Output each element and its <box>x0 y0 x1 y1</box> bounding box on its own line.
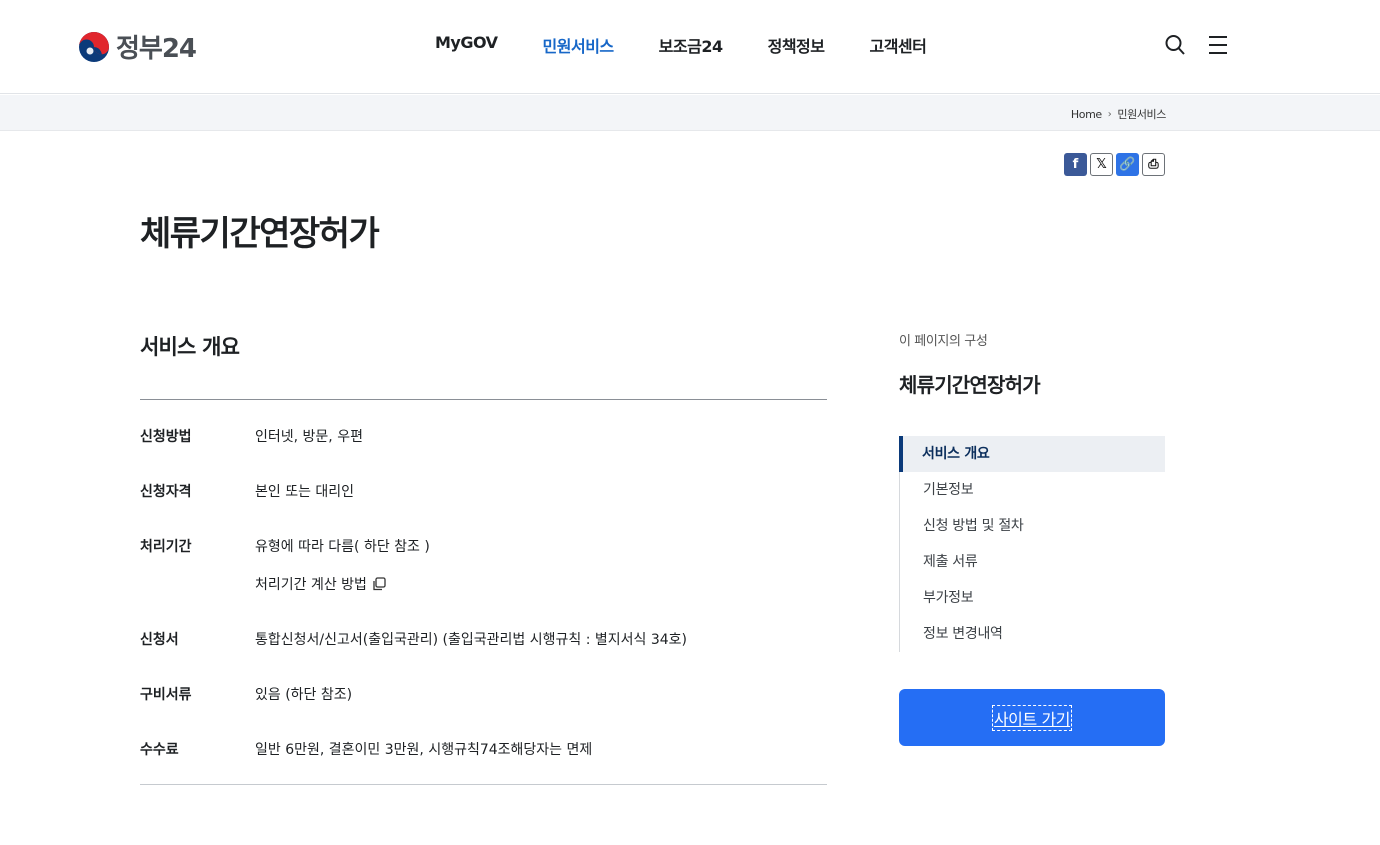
go-to-site-label: 사이트 가기 <box>991 704 1073 731</box>
toc-item-additional-info[interactable]: 부가정보 <box>900 580 1165 616</box>
x-share-icon[interactable]: 𝕏 <box>1090 153 1113 176</box>
nav-item-customer-center[interactable]: 고객센터 <box>869 33 926 57</box>
share-toolbar: f 𝕏 🔗 ⎙ <box>1064 153 1165 176</box>
taegeuk-logo-icon <box>79 31 109 62</box>
breadcrumb: Home › 민원서비스 <box>1071 106 1167 122</box>
nav-item-subsidy[interactable]: 보조금24 <box>659 33 723 57</box>
logo[interactable]: 정부24 <box>78 28 197 65</box>
go-to-site-button[interactable]: 사이트 가기 <box>899 689 1165 746</box>
row-value: 통합신청서/신고서(출입국관리) (출입국관리법 시행규칙 : 별지서식 34호… <box>255 632 687 648</box>
row-value: 본인 또는 대리인 <box>255 484 355 500</box>
row-label: 수수료 <box>140 742 179 758</box>
row-value: 유형에 따라 다름( 하단 참조 ) <box>255 539 430 555</box>
table-row: 수수료 일반 6만원, 결혼이민 3만원, 시행규칙74조해당자는 면제 <box>140 739 592 759</box>
breadcrumb-bar: Home › 민원서비스 <box>0 95 1380 131</box>
search-icon[interactable] <box>1165 34 1185 56</box>
calc-link-label: 처리기간 계산 방법 <box>255 577 367 593</box>
nav-item-civil-service[interactable]: 민원서비스 <box>543 33 615 57</box>
page-toc: 서비스 개요 기본정보 신청 방법 및 절차 제출 서류 부가정보 정보 변경내… <box>899 436 1165 652</box>
processing-period-calc-link[interactable]: 처리기간 계산 방법 <box>255 574 386 594</box>
toc-item-documents[interactable]: 제출 서류 <box>900 544 1165 580</box>
table-row: 구비서류 있음 (하단 참조) <box>140 684 352 704</box>
chevron-right-icon: › <box>1107 108 1112 120</box>
copy-link-icon[interactable]: 🔗 <box>1116 153 1139 176</box>
overview-table: 신청방법 인터넷, 방문, 우편 신청자격 본인 또는 대리인 처리기간 유형에… <box>140 399 827 785</box>
row-label: 신청서 <box>140 632 179 648</box>
row-value: 인터넷, 방문, 우편 <box>255 429 363 445</box>
hamburger-menu-icon[interactable] <box>1208 34 1228 56</box>
row-value: 있음 (하단 참조) <box>255 687 353 703</box>
breadcrumb-current[interactable]: 민원서비스 <box>1117 106 1166 122</box>
nav-item-policy[interactable]: 정책정보 <box>768 33 825 57</box>
toc-item-procedure[interactable]: 신청 방법 및 절차 <box>900 508 1165 544</box>
copy-icon <box>373 577 386 591</box>
table-row: 신청방법 인터넷, 방문, 우편 <box>140 426 363 446</box>
nav-item-mygov[interactable]: MyGOV <box>435 33 498 57</box>
page-title: 체류기간연장허가 <box>140 214 380 254</box>
facebook-share-icon[interactable]: f <box>1064 153 1087 176</box>
aside-title: 체류기간연장허가 <box>899 373 1041 397</box>
table-row: 처리기간 유형에 따라 다름( 하단 참조 ) <box>140 536 430 556</box>
row-label: 신청자격 <box>140 484 192 500</box>
row-value: 일반 6만원, 결혼이민 3만원, 시행규칙74조해당자는 면제 <box>255 742 593 758</box>
row-label: 신청방법 <box>140 429 192 445</box>
section-title-overview: 서비스 개요 <box>140 335 240 359</box>
row-label: 처리기간 <box>140 539 192 555</box>
table-row: 신청자격 본인 또는 대리인 <box>140 481 354 501</box>
toc-item-change-history[interactable]: 정보 변경내역 <box>900 616 1165 652</box>
toc-item-overview[interactable]: 서비스 개요 <box>899 436 1165 472</box>
breadcrumb-home[interactable]: Home <box>1071 108 1102 121</box>
toc-item-basic-info[interactable]: 기본정보 <box>900 472 1165 508</box>
aside-caption: 이 페이지의 구성 <box>899 334 988 349</box>
table-row: 신청서 통합신청서/신고서(출입국관리) (출입국관리법 시행규칙 : 별지서식… <box>140 629 687 649</box>
print-icon[interactable]: ⎙ <box>1142 153 1165 176</box>
site-header: 정부24 MyGOV 민원서비스 보조금24 정책정보 고객센터 <box>0 0 1380 94</box>
logo-text: 정부24 <box>116 34 197 64</box>
main-nav: MyGOV 민원서비스 보조금24 정책정보 고객센터 <box>435 33 971 57</box>
row-label: 구비서류 <box>140 687 192 703</box>
